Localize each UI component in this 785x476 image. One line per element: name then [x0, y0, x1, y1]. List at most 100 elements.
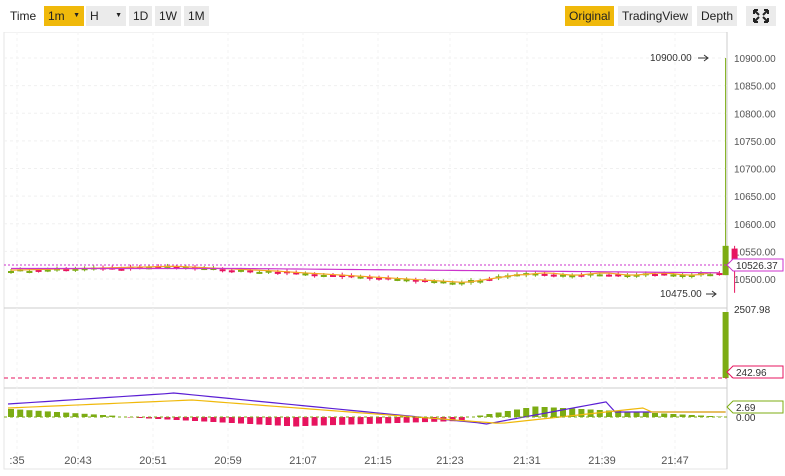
macd-bar-down	[366, 417, 373, 424]
time-tick-label: 20:51	[139, 455, 167, 467]
macd-bar-up	[54, 412, 60, 417]
candle-up	[670, 274, 677, 277]
macd-bar-up	[578, 409, 585, 417]
candle-down	[247, 270, 254, 273]
candle-up	[8, 271, 14, 274]
ma25-line	[11, 267, 720, 274]
macd-bar-down	[192, 417, 198, 421]
macd-bar-down	[201, 417, 208, 422]
time-label: Time	[10, 9, 37, 23]
candle-up	[596, 274, 603, 277]
candle-down	[652, 274, 658, 277]
macd-bar-up	[72, 413, 79, 417]
interval-1m-select[interactable]: 1m ▼	[44, 6, 84, 26]
candle-up	[394, 278, 401, 281]
time-tick-label: 21:23	[436, 455, 464, 467]
macd-bar-down	[311, 417, 318, 426]
candle-down	[311, 274, 318, 277]
candle-down	[606, 274, 612, 277]
price-tick-label: 10700.00	[734, 165, 776, 176]
candle-up	[238, 269, 244, 272]
time-tick-label: 21:47	[661, 455, 689, 467]
macd-bar-down	[339, 417, 346, 425]
expand-button[interactable]	[746, 6, 776, 26]
macd-bar-down	[403, 417, 410, 423]
price-axis-labels: 10900.00 10850.00 10800.00 10750.00 10700.00…	[734, 54, 776, 286]
macd-bar-up	[652, 413, 658, 417]
macd-bar-down	[293, 417, 300, 427]
arrow-right-icon	[706, 290, 717, 298]
candle-up	[302, 273, 309, 276]
price-tick-label: 10850.00	[734, 82, 776, 93]
macd-bar-down	[302, 417, 309, 426]
macd-bar-up	[514, 409, 520, 417]
interval-1w-button[interactable]: 1W	[155, 6, 181, 26]
moving-averages	[10, 265, 720, 283]
time-axis-labels: :35 20:43 20:51 20:59 21:07 21:15 21:23 21:31 21…	[9, 455, 688, 467]
macd-bar-down	[385, 417, 392, 424]
candle-down	[35, 269, 42, 272]
candle-up	[26, 270, 33, 273]
caret-down-icon: ▼	[73, 12, 80, 19]
interval-1M-button[interactable]: 1M	[184, 6, 209, 26]
time-tick-label: 20:43	[64, 455, 92, 467]
macd-bar-up	[633, 412, 640, 417]
macd-bar-down	[228, 417, 235, 423]
macd-bar-up	[495, 412, 502, 417]
price-tick-label: 10800.00	[734, 109, 776, 120]
time-tick-label: 21:31	[513, 455, 541, 467]
interval-1d-button[interactable]: 1D	[129, 6, 153, 26]
price-tick-label: 10900.00	[734, 54, 776, 65]
macd-bar-down	[357, 417, 364, 425]
price-tick-label: 10750.00	[734, 137, 776, 148]
volume-current-label: 242.96	[736, 368, 767, 379]
candle-down	[274, 271, 281, 274]
macd-bar-up	[504, 411, 511, 417]
macd-bar-up	[541, 407, 548, 417]
candle-up	[256, 271, 263, 274]
candle-down	[219, 269, 226, 272]
volume-max-label: 2507.98	[734, 305, 771, 316]
macd-bar-up	[642, 412, 649, 417]
volume-bar-up	[722, 312, 729, 378]
candle-up	[320, 274, 327, 277]
macd-bar-up	[8, 409, 14, 417]
view-depth-button[interactable]: Depth	[697, 6, 738, 26]
macd-bar-up	[63, 412, 70, 417]
macd-bar-up	[661, 413, 668, 417]
candle-up	[449, 282, 456, 285]
view-original-button[interactable]: Original	[565, 6, 615, 26]
macd-bar-down	[320, 417, 327, 426]
candle-down	[541, 273, 548, 276]
low-marker-label: 10475.00	[660, 289, 702, 300]
caret-down-icon: ▼	[115, 12, 122, 19]
chart-toolbar: Time 1m ▼ H ▼ 1D 1W 1M Original TradingV…	[0, 0, 785, 32]
macd-bar-up	[44, 411, 51, 417]
macd-bar-down	[247, 417, 254, 424]
time-tick-label: 21:07	[289, 455, 317, 467]
macd-bar-down	[330, 417, 336, 426]
macd-bar-down	[182, 417, 189, 421]
high-marker-label: 10900.00	[650, 53, 692, 64]
macd-bar-down	[238, 417, 244, 424]
candles	[8, 58, 738, 293]
macd-bar-down	[274, 417, 281, 426]
time-tick-label: 21:15	[364, 455, 392, 467]
time-tick-label: :35	[9, 455, 24, 467]
macd-bar-up	[35, 410, 42, 417]
macd-bar-up	[17, 409, 24, 417]
macd-bar-down	[219, 417, 226, 423]
macd-bar-down	[256, 417, 263, 425]
interval-1m-label: 1m	[48, 9, 65, 23]
view-tradingview-button[interactable]: TradingView	[618, 6, 693, 26]
expand-icon	[753, 9, 769, 23]
interval-h-select[interactable]: H ▼	[86, 6, 126, 26]
kline-chart[interactable]: 10900.00 10850.00 10800.00 10750.00 10700.00…	[0, 31, 785, 473]
arrow-right-icon	[698, 54, 709, 62]
time-tick-label: 20:59	[214, 455, 242, 467]
macd-bar-down	[412, 417, 419, 423]
price-tick-label: 10650.00	[734, 192, 776, 203]
interval-h-label: H	[90, 9, 99, 23]
chart-area[interactable]: 10900.00 10850.00 10800.00 10750.00 10700.00…	[0, 31, 785, 473]
candle-up	[707, 274, 714, 277]
